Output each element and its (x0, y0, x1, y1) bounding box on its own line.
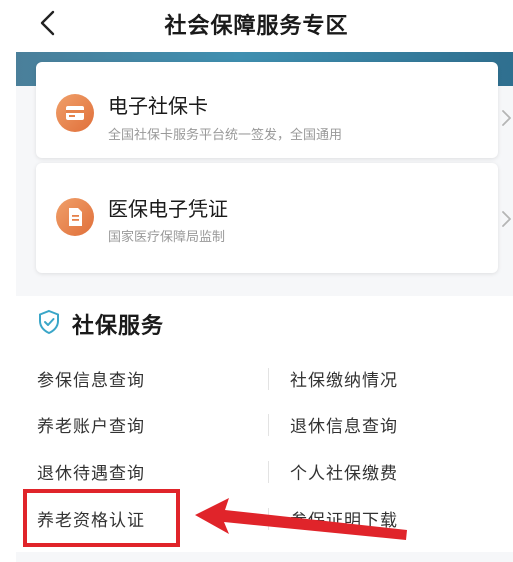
divider (268, 461, 269, 483)
section-title: 社保服务 (72, 314, 165, 339)
divider (268, 414, 269, 436)
card-subtitle: 全国社保卡服务平台统一签发，全国通用 (108, 128, 343, 143)
service-item[interactable]: 参保信息查询 (37, 366, 145, 391)
highlight-box (23, 489, 180, 547)
card-title: 电子社保卡 (108, 94, 208, 118)
document-icon (56, 198, 94, 236)
service-item[interactable]: 养老账户查询 (37, 412, 145, 437)
e-social-security-card[interactable]: 电子社保卡 全国社保卡服务平台统一签发，全国通用 (36, 62, 511, 158)
divider (268, 368, 269, 390)
service-item[interactable]: 退休待遇查询 (37, 459, 145, 484)
page-title: 社会保障服务专区 (164, 14, 349, 39)
card-title: 医保电子凭证 (108, 197, 228, 221)
card-subtitle: 国家医疗保障局监制 (108, 230, 226, 245)
shield-check-icon (39, 309, 59, 335)
chevron-right-icon (502, 110, 511, 126)
chevron-right-icon (502, 211, 511, 227)
service-item[interactable]: 退休信息查询 (290, 412, 398, 437)
service-item[interactable]: 社保缴纳情况 (290, 366, 398, 391)
pointer-arrow-icon (195, 498, 407, 540)
nav-bar: 社会保障服务专区 (0, 0, 513, 46)
service-item[interactable]: 个人社保缴费 (290, 459, 398, 484)
medical-insurance-voucher-card[interactable]: 医保电子凭证 国家医疗保障局监制 (36, 163, 511, 273)
bottom-strip (16, 552, 513, 562)
card-icon (56, 94, 94, 132)
